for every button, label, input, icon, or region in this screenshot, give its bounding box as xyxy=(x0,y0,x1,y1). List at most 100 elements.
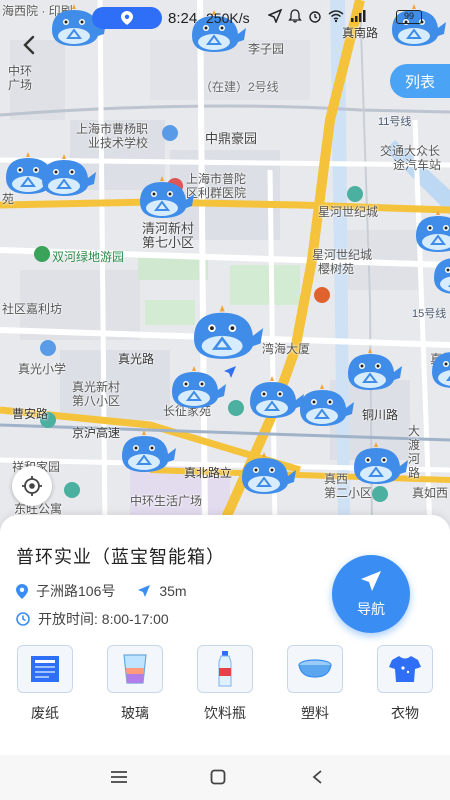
navigate-label: 导航 xyxy=(357,601,385,617)
category-label: 饮料瓶 xyxy=(204,705,246,721)
system-navigation-bar xyxy=(0,755,450,800)
map-label: 李子园 xyxy=(248,42,285,56)
menu-button[interactable] xyxy=(104,765,134,789)
map-label: 双河绿地游园 xyxy=(52,250,125,264)
alarm-icon xyxy=(309,11,321,23)
map-label: 真北路立 xyxy=(184,466,233,480)
category-icon-box xyxy=(197,645,253,693)
map-label: 真光路 xyxy=(118,352,155,366)
menu-icon xyxy=(111,771,127,783)
residential-pin-icon xyxy=(228,400,244,416)
location-pin-icon xyxy=(16,583,28,599)
status-net-speed: 250K/s xyxy=(206,10,250,26)
map-label: 中环生活广场 xyxy=(130,494,203,508)
status-bar: 8:24 250K/s 99 xyxy=(0,0,450,36)
map-label: 社区嘉利坊 xyxy=(2,302,63,316)
bell-icon xyxy=(288,9,302,23)
whale-recycle-station-icon[interactable] xyxy=(426,342,450,392)
map-label: 京沪高速 xyxy=(72,426,121,440)
map-label: 第七小区 xyxy=(142,235,195,250)
map-label: 星河世纪城 xyxy=(318,205,379,219)
map-label: 铜川路 xyxy=(362,408,399,422)
map-label: 业技术学校 xyxy=(88,136,149,150)
navigation-arrow-icon xyxy=(361,571,381,591)
map-view[interactable]: 海西院 · 印刷 李子园 真南路 中环 广场 （在建）2号线 上海市曹杨职 业技… xyxy=(0,0,450,530)
map-label: 广场 xyxy=(8,78,33,92)
accepted-categories: 废纸 玻璃 饮料瓶 塑料 衣物 xyxy=(0,645,450,723)
whale-recycle-station-icon[interactable] xyxy=(348,438,410,488)
clock-icon xyxy=(16,612,30,626)
status-time: 8:24 xyxy=(168,10,198,27)
map-label: 樱树苑 xyxy=(318,262,355,276)
opening-hours: 开放时间: 8:00-17:00 xyxy=(38,611,169,627)
map-label: 途汽车站 xyxy=(393,158,442,172)
category-item[interactable]: 玻璃 xyxy=(90,645,180,723)
newspaper-icon xyxy=(31,656,59,682)
tshirt-icon xyxy=(389,656,421,682)
map-label: 真如西 xyxy=(412,486,449,500)
whale-recycle-station-icon[interactable] xyxy=(428,248,450,298)
map-label: 第八小区 xyxy=(72,394,121,408)
navigation-arrow-icon xyxy=(138,585,151,597)
map-label: 15号线 xyxy=(412,308,447,320)
location-pin-icon xyxy=(121,11,133,25)
status-icons xyxy=(268,9,366,23)
category-item[interactable]: 塑料 xyxy=(270,645,360,723)
residential-pin-icon xyxy=(64,482,80,498)
user-location-arrow-icon xyxy=(224,366,236,378)
whale-recycle-station-icon[interactable] xyxy=(236,448,298,498)
plastic-basin-icon xyxy=(298,659,332,678)
category-label: 塑料 xyxy=(301,705,329,721)
signal-icon xyxy=(351,10,366,22)
category-icon-box xyxy=(287,645,343,693)
park-pin-icon xyxy=(34,246,50,262)
crosshair-icon xyxy=(22,476,42,496)
category-label: 衣物 xyxy=(391,705,419,721)
chevron-left-icon xyxy=(23,35,35,55)
navigation-status-icon xyxy=(268,9,282,23)
back-button[interactable] xyxy=(22,34,48,60)
map-label: 真光小学 xyxy=(18,362,67,376)
category-item[interactable]: 饮料瓶 xyxy=(180,645,270,723)
system-back-button[interactable] xyxy=(302,765,332,789)
category-label: 废纸 xyxy=(31,705,59,721)
map-label: 湾海大厦 xyxy=(262,342,311,356)
school-pin-icon xyxy=(40,340,56,356)
map-label: 曹安路 xyxy=(12,407,49,421)
station-address: 子洲路106号 xyxy=(36,583,116,599)
location-sharing-pill xyxy=(92,7,162,29)
hours-row: 开放时间: 8:00-17:00 xyxy=(16,609,169,629)
home-button[interactable] xyxy=(203,765,233,789)
glass-cup-icon xyxy=(123,654,147,684)
whale-recycle-station-icon[interactable] xyxy=(166,362,228,412)
category-icon-box xyxy=(107,645,163,693)
battery-icon: 99 xyxy=(396,10,422,24)
list-button[interactable]: 列表 xyxy=(390,64,450,98)
category-icon-box xyxy=(377,645,433,693)
whale-recycle-station-icon[interactable] xyxy=(116,426,178,476)
building-pin-icon xyxy=(347,186,363,202)
station-name: 普环实业（蓝宝智能箱） xyxy=(16,547,225,567)
school-pin-icon xyxy=(162,125,178,141)
back-triangle-icon xyxy=(312,770,322,784)
station-detail-sheet: 普环实业（蓝宝智能箱） 子洲路106号 35m 开放时间: 8:00-17:00… xyxy=(0,515,450,755)
category-label: 玻璃 xyxy=(121,705,149,721)
map-label: 11号线 xyxy=(378,116,412,128)
bottle-icon xyxy=(218,651,232,687)
navigate-button[interactable]: 导航 xyxy=(332,555,410,633)
whale-recycle-station-icon[interactable] xyxy=(36,150,98,200)
whale-recycle-station-icon[interactable] xyxy=(134,172,196,222)
map-label: （在建）2号线 xyxy=(200,80,279,94)
home-square-icon xyxy=(210,769,226,785)
residential-pin-icon xyxy=(372,486,388,502)
category-item[interactable]: 废纸 xyxy=(0,645,90,723)
address-row: 子洲路106号 35m xyxy=(16,581,187,601)
gas-pin-icon xyxy=(314,287,330,303)
wifi-icon xyxy=(328,10,344,23)
map-label: 中鼎豪园 xyxy=(205,131,258,146)
category-icon-box xyxy=(17,645,73,693)
whale-recycle-station-icon-selected[interactable] xyxy=(186,300,266,364)
locate-me-button[interactable] xyxy=(12,466,52,506)
category-item[interactable]: 衣物 xyxy=(360,645,450,723)
whale-recycle-station-icon[interactable] xyxy=(294,380,356,430)
